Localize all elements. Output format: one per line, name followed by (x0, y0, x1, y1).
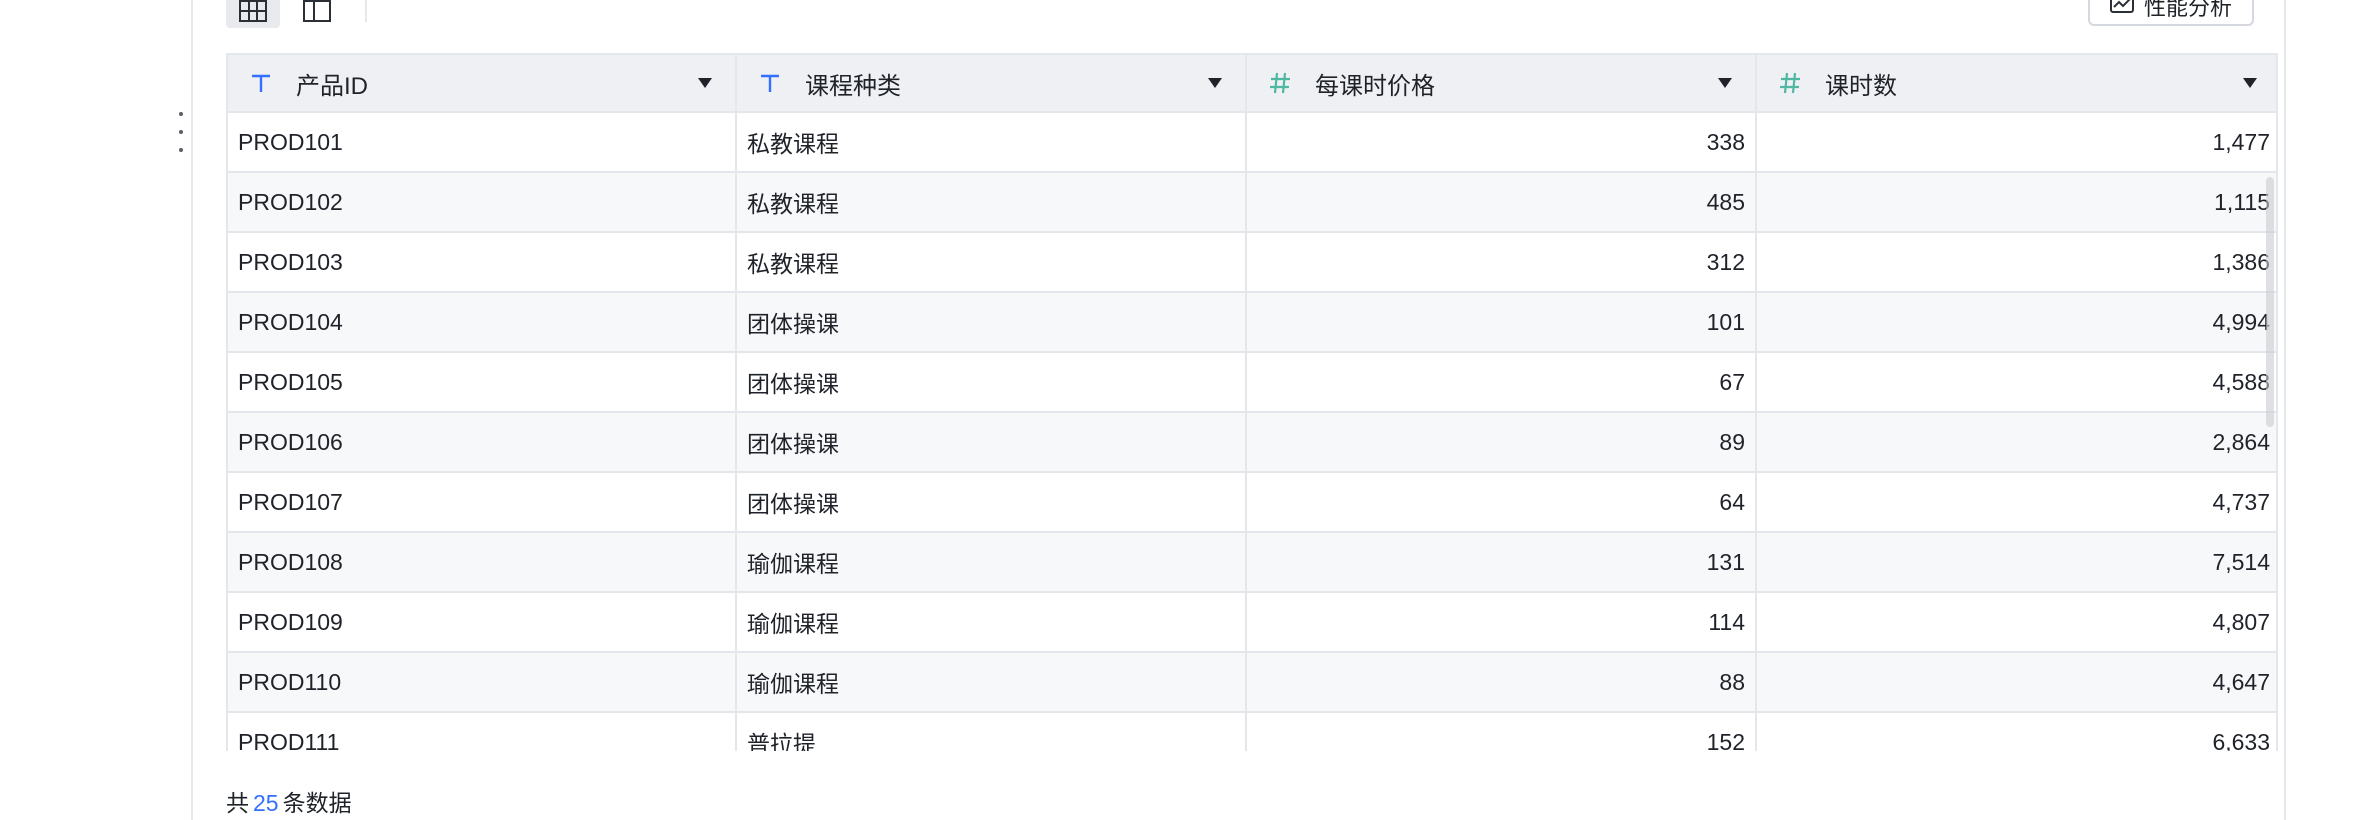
table-cell: PROD104 (228, 292, 737, 353)
table-cell: 瑜伽课程 (736, 532, 1247, 593)
table-cell: 7,514 (1756, 532, 2276, 593)
table-cell: 312 (1246, 232, 1757, 293)
column-header-price-per-lesson[interactable]: 每课时价格 (1246, 55, 1757, 113)
column-header-label: 课时数 (1825, 72, 1897, 100)
record-count-value: 25 (253, 790, 279, 816)
table-header-row: 产品ID 课程种类 每课时价格 课时数 (228, 55, 2276, 113)
text-type-icon (755, 71, 785, 95)
table-cell: 88 (1246, 652, 1757, 713)
table-cell: 团体操课 (736, 292, 1247, 353)
toolbar-divider (365, 0, 367, 22)
table-grid-icon (239, 0, 267, 22)
table-cell: 私教课程 (736, 232, 1247, 293)
split-view-button[interactable] (290, 0, 344, 28)
number-type-icon (1775, 71, 1805, 95)
drag-handle-icon[interactable] (172, 112, 190, 152)
table-cell: 团体操课 (736, 412, 1247, 473)
table-row: PROD103 私教课程 312 1,386 (228, 232, 2276, 293)
table-cell: 89 (1246, 412, 1757, 473)
data-preview-panel: 性能分析 产品ID 课程种类 每课时价格 课时数 PROD101 私教课程 33… (191, 0, 2286, 820)
table-view-button[interactable] (226, 0, 280, 28)
table-cell: 4,994 (1756, 292, 2276, 353)
record-count: 共 25 条数据 (226, 784, 352, 818)
table-row: PROD109 瑜伽课程 114 4,807 (228, 592, 2276, 653)
table-cell: 4,737 (1756, 472, 2276, 533)
table-cell: 4,807 (1756, 592, 2276, 653)
column-header-product-id[interactable]: 产品ID (228, 55, 737, 113)
performance-icon (2109, 0, 2134, 13)
table-row: PROD108 瑜伽课程 131 7,514 (228, 532, 2276, 593)
table-row: PROD110 瑜伽课程 88 4,647 (228, 652, 2276, 713)
table-cell: 338 (1246, 112, 1757, 173)
table-cell: 私教课程 (736, 112, 1247, 173)
table-cell: 4,588 (1756, 352, 2276, 413)
chevron-down-icon[interactable] (693, 71, 717, 95)
table-cell: 1,386 (1756, 232, 2276, 293)
table-cell: 团体操课 (736, 352, 1247, 413)
table-cell: PROD110 (228, 652, 737, 713)
table-cell: 64 (1246, 472, 1757, 533)
table-cell: PROD109 (228, 592, 737, 653)
text-type-icon (246, 71, 276, 95)
table-cell: 114 (1246, 592, 1757, 653)
table-row: PROD101 私教课程 338 1,477 (228, 112, 2276, 173)
table-cell: PROD102 (228, 172, 737, 233)
table-cell: PROD107 (228, 472, 737, 533)
table-cell: 101 (1246, 292, 1757, 353)
performance-analysis-label: 性能分析 (2143, 0, 2232, 20)
vertical-scrollbar[interactable] (2266, 177, 2274, 427)
table-cell: 67 (1246, 352, 1757, 413)
table-cell: 6,633 (1756, 712, 2276, 751)
toolbar: 性能分析 (193, 0, 2284, 30)
column-header-label: 课程种类 (805, 72, 901, 100)
table-cell: 4,647 (1756, 652, 2276, 713)
table-cell: 2,864 (1756, 412, 2276, 473)
table-cell: 1,115 (1756, 172, 2276, 233)
chevron-down-icon[interactable] (2238, 71, 2262, 95)
table-row: PROD106 团体操课 89 2,864 (228, 412, 2276, 473)
column-header-label: 产品ID (296, 72, 368, 100)
data-table: 产品ID 课程种类 每课时价格 课时数 PROD101 私教课程 338 1,4… (226, 53, 2278, 751)
table-cell: 485 (1246, 172, 1757, 233)
table-cell: PROD105 (228, 352, 737, 413)
column-header-label: 每课时价格 (1315, 72, 1435, 100)
table-cell: 普拉提 (736, 712, 1247, 751)
table-cell: 131 (1246, 532, 1757, 593)
table-cell: PROD106 (228, 412, 737, 473)
table-cell: 私教课程 (736, 172, 1247, 233)
table-cell: 1,477 (1756, 112, 2276, 173)
record-count-prefix: 共 (226, 790, 249, 816)
record-count-suffix: 条数据 (282, 790, 352, 816)
table-cell: PROD108 (228, 532, 737, 593)
table-row: PROD105 团体操课 67 4,588 (228, 352, 2276, 413)
number-type-icon (1265, 71, 1295, 95)
column-header-lesson-count[interactable]: 课时数 (1756, 55, 2276, 113)
table-row: PROD111 普拉提 152 6,633 (228, 712, 2276, 751)
chevron-down-icon[interactable] (1203, 71, 1227, 95)
table-cell: 瑜伽课程 (736, 652, 1247, 713)
performance-analysis-button[interactable]: 性能分析 (2087, 0, 2254, 26)
table-cell: 152 (1246, 712, 1757, 751)
table-cell: PROD101 (228, 112, 737, 173)
column-header-course-type[interactable]: 课程种类 (736, 55, 1247, 113)
table-row: PROD104 团体操课 101 4,994 (228, 292, 2276, 353)
chevron-down-icon[interactable] (1713, 71, 1737, 95)
table-cell: PROD111 (228, 712, 737, 751)
table-cell: PROD103 (228, 232, 737, 293)
table-cell: 团体操课 (736, 472, 1247, 533)
split-layout-icon (303, 0, 331, 22)
table-row: PROD102 私教课程 485 1,115 (228, 172, 2276, 233)
table-row: PROD107 团体操课 64 4,737 (228, 472, 2276, 533)
table-cell: 瑜伽课程 (736, 592, 1247, 653)
